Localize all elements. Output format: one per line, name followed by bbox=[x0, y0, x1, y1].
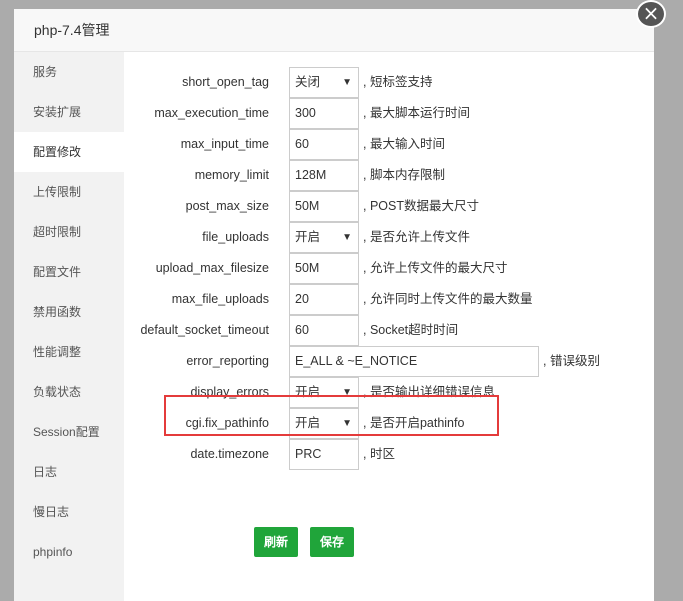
config-row: max_execution_time 300 , 最大脚本运行时间 bbox=[124, 98, 644, 129]
dialog-title: php-7.4管理 bbox=[14, 9, 654, 52]
config-row: memory_limit 128M , 脚本内存限制 bbox=[124, 160, 644, 191]
sidebar-item-upload-limit[interactable]: 上传限制 bbox=[14, 172, 124, 212]
config-row: post_max_size 50M , POST数据最大尺寸 bbox=[124, 191, 644, 222]
sidebar-item-session-config[interactable]: Session配置 bbox=[14, 412, 124, 452]
max-input-time-input[interactable]: 60 bbox=[289, 129, 359, 160]
memory-limit-input[interactable]: 128M bbox=[289, 160, 359, 191]
max-execution-time-input[interactable]: 300 bbox=[289, 98, 359, 129]
highlight-box bbox=[164, 395, 499, 436]
close-icon[interactable]: × bbox=[636, 0, 666, 28]
php-manage-dialog: php-7.4管理 服务 安装扩展 配置修改 上传限制 超时限制 配置文件 禁用… bbox=[14, 9, 654, 601]
config-note: , 允许同时上传文件的最大数量 bbox=[363, 292, 533, 306]
sidebar-item-install-extension[interactable]: 安装扩展 bbox=[14, 92, 124, 132]
sidebar-item-load-status[interactable]: 负载状态 bbox=[14, 372, 124, 412]
short-open-tag-select[interactable]: 关闭 ▼ bbox=[289, 67, 359, 98]
sidebar-item-performance[interactable]: 性能调整 bbox=[14, 332, 124, 372]
date-timezone-input[interactable]: PRC bbox=[289, 439, 359, 470]
chevron-down-icon: ▼ bbox=[342, 232, 352, 243]
sidebar-item-slow-log[interactable]: 慢日志 bbox=[14, 492, 124, 532]
upload-max-filesize-input[interactable]: 50M bbox=[289, 253, 359, 284]
config-label: short_open_tag bbox=[182, 75, 269, 89]
config-row: short_open_tag 关闭 ▼ , 短标签支持 bbox=[124, 67, 644, 98]
config-row: upload_max_filesize 50M , 允许上传文件的最大尺寸 bbox=[124, 253, 644, 284]
default-socket-timeout-input[interactable]: 60 bbox=[289, 315, 359, 346]
config-row: max_input_time 60 , 最大输入时间 bbox=[124, 129, 644, 160]
save-button[interactable]: 保存 bbox=[310, 527, 355, 557]
sidebar-item-phpinfo[interactable]: phpinfo bbox=[14, 532, 124, 572]
refresh-button[interactable]: 刷新 bbox=[254, 527, 299, 557]
max-file-uploads-input[interactable]: 20 bbox=[289, 284, 359, 315]
config-note: , Socket超时时间 bbox=[363, 323, 459, 337]
config-label: error_reporting bbox=[186, 354, 269, 368]
config-label: file_uploads bbox=[202, 230, 269, 244]
sidebar-item-log[interactable]: 日志 bbox=[14, 452, 124, 492]
config-note: , 脚本内存限制 bbox=[363, 168, 445, 182]
post-max-size-input[interactable]: 50M bbox=[289, 191, 359, 222]
config-row: file_uploads 开启 ▼ , 是否允许上传文件 bbox=[124, 222, 644, 253]
sidebar-item-timeout-limit[interactable]: 超时限制 bbox=[14, 212, 124, 252]
config-label: memory_limit bbox=[194, 168, 269, 182]
chevron-down-icon: ▼ bbox=[342, 77, 352, 88]
config-note: , 短标签支持 bbox=[363, 75, 433, 89]
file-uploads-select[interactable]: 开启 ▼ bbox=[289, 222, 359, 253]
sidebar-item-service[interactable]: 服务 bbox=[14, 52, 124, 92]
config-note: , 是否允许上传文件 bbox=[363, 230, 470, 244]
sidebar-item-config-file[interactable]: 配置文件 bbox=[14, 252, 124, 292]
config-form: short_open_tag 关闭 ▼ , 短标签支持 max_execution… bbox=[124, 52, 654, 601]
sidebar: 服务 安装扩展 配置修改 上传限制 超时限制 配置文件 禁用函数 性能调整 负载… bbox=[14, 52, 124, 601]
config-note: , 最大脚本运行时间 bbox=[363, 106, 470, 120]
config-row: date.timezone PRC , 时区 bbox=[124, 439, 644, 470]
sidebar-item-config-edit[interactable]: 配置修改 bbox=[14, 132, 124, 172]
config-label: default_socket_timeout bbox=[140, 323, 269, 337]
config-label: post_max_size bbox=[185, 199, 269, 213]
sidebar-item-disabled-functions[interactable]: 禁用函数 bbox=[14, 292, 124, 332]
error-reporting-input[interactable]: E_ALL & ~E_NOTICE bbox=[289, 346, 539, 377]
config-label: date.timezone bbox=[190, 447, 269, 461]
config-label: max_input_time bbox=[180, 137, 269, 151]
config-label: upload_max_filesize bbox=[155, 261, 269, 275]
config-label: max_execution_time bbox=[154, 106, 269, 120]
config-note: , 时区 bbox=[363, 447, 395, 461]
config-note: , 允许上传文件的最大尺寸 bbox=[363, 261, 508, 275]
config-note: , 错误级别 bbox=[543, 354, 600, 368]
config-note: , POST数据最大尺寸 bbox=[363, 199, 479, 213]
config-label: max_file_uploads bbox=[171, 292, 269, 306]
config-row: error_reporting E_ALL & ~E_NOTICE , 错误级别 bbox=[124, 346, 644, 377]
config-row: max_file_uploads 20 , 允许同时上传文件的最大数量 bbox=[124, 284, 644, 315]
config-row: default_socket_timeout 60 , Socket超时时间 bbox=[124, 315, 644, 346]
config-note: , 最大输入时间 bbox=[363, 137, 445, 151]
